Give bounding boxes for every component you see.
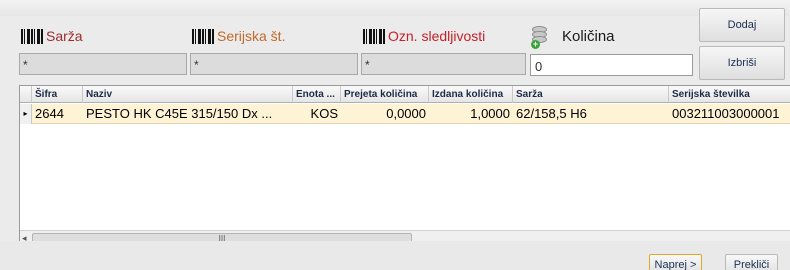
label-kolicina: + Količina — [531, 25, 615, 49]
barcode-icon — [192, 28, 214, 44]
header-sifra[interactable]: Šifra — [32, 86, 83, 103]
header-enota[interactable]: Enota ... — [293, 86, 341, 103]
cell-sarza[interactable]: 62/158,5 H6 — [513, 104, 669, 124]
sarza-filter-field[interactable]: * — [19, 53, 187, 75]
label-sarza: Sarža — [21, 26, 83, 46]
cell-sifra[interactable]: 2644 — [32, 104, 83, 124]
cell-prejeta[interactable]: 0,0000 — [341, 104, 429, 124]
ozn-filter-field[interactable]: * — [361, 53, 526, 75]
cell-serijska[interactable]: 003211003000001 — [669, 104, 790, 124]
naprej-button[interactable]: Naprej > — [649, 254, 702, 270]
header-naziv[interactable]: Naziv — [83, 86, 293, 103]
table-row[interactable]: ▸ 2644 PESTO HK C45E 315/150 Dx ... KOS … — [20, 104, 790, 124]
label-ozn-text: Ozn. sledljivosti — [388, 28, 486, 44]
data-grid[interactable]: Šifra Naziv Enota ... Prejeta količina I… — [19, 85, 790, 265]
label-serijska-text: Serijska št. — [217, 28, 286, 44]
dodaj-button[interactable]: Dodaj — [699, 8, 785, 42]
barcode-icon — [363, 28, 385, 44]
label-sarza-text: Sarža — [46, 28, 83, 44]
header-indicator — [20, 86, 32, 103]
barcode-icon — [21, 28, 43, 44]
cell-naziv[interactable]: PESTO HK C45E 315/150 Dx ... — [83, 104, 293, 124]
izbrisi-button[interactable]: Izbriši — [699, 46, 785, 80]
cell-enota[interactable]: KOS — [293, 104, 341, 124]
header-serijska[interactable]: Serijska številka — [669, 86, 790, 103]
preklici-button[interactable]: Prekliči — [725, 254, 778, 270]
label-ozn-sledljivosti: Ozn. sledljivosti — [363, 26, 485, 46]
database-add-icon: + — [531, 25, 549, 49]
label-kolicina-text: Količina — [562, 27, 615, 45]
header-izdana[interactable]: Izdana količina — [429, 86, 513, 103]
serijska-filter-field[interactable]: * — [190, 53, 358, 75]
kolicina-input[interactable]: 0 — [530, 54, 693, 76]
header-prejeta[interactable]: Prejeta količina — [341, 86, 429, 103]
label-serijska: Serijska št. — [192, 26, 285, 46]
grid-header: Šifra Naziv Enota ... Prejeta količina I… — [20, 86, 790, 103]
top-strip — [0, 0, 790, 16]
header-sarza[interactable]: Sarža — [513, 86, 669, 103]
cell-izdana[interactable]: 1,0000 — [429, 104, 513, 124]
row-indicator-icon: ▸ — [20, 104, 32, 124]
